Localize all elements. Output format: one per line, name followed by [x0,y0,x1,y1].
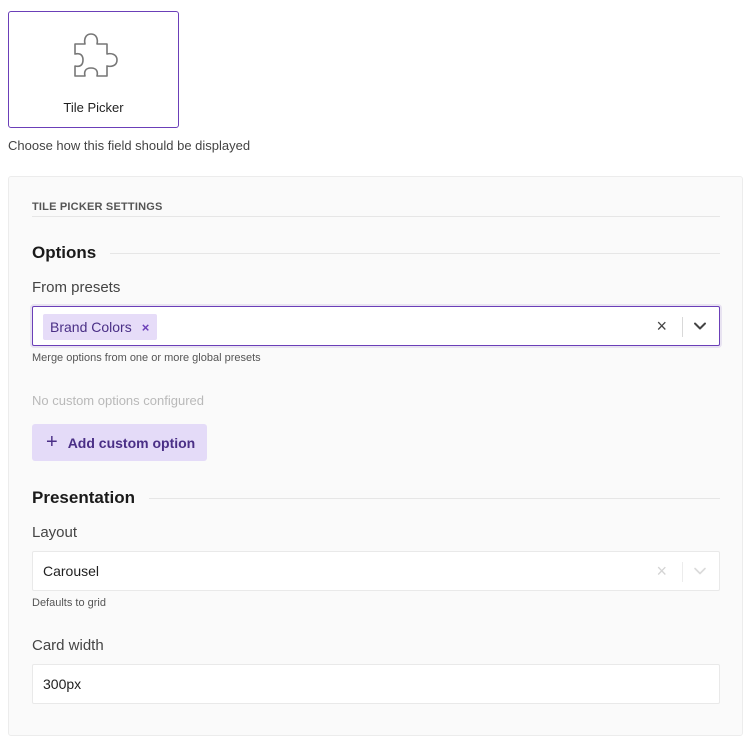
settings-title: TILE PICKER SETTINGS [32,201,163,213]
settings-panel: TILE PICKER SETTINGS Options From preset… [8,176,743,736]
options-heading: Options [32,243,720,263]
card-width-label: Card width [32,637,104,654]
presets-label: From presets [32,279,121,296]
layout-label: Layout [32,524,78,541]
settings-divider [32,216,720,217]
display-help-text: Choose how this field should be displaye… [8,138,251,153]
layout-value: Carousel [43,563,100,579]
clear-icon[interactable]: × [656,316,667,337]
plus-icon: + [46,430,58,453]
presentation-heading: Presentation [32,488,720,508]
puzzle-icon [74,33,118,77]
tile-label: Tile Picker [63,100,124,115]
chevron-down-icon[interactable] [693,319,707,333]
preset-chip-label: Brand Colors [50,319,132,335]
presets-hint: Merge options from one or more global pr… [32,352,261,364]
presets-select[interactable]: Brand Colors × × [32,306,720,346]
remove-chip-icon[interactable]: × [142,320,150,335]
preset-chip: Brand Colors × [43,314,158,340]
empty-options-text: No custom options configured [32,393,204,408]
tile-picker-option[interactable]: Tile Picker [8,11,179,128]
layout-chevron-down-icon[interactable] [693,564,707,578]
presentation-heading-text: Presentation [32,488,135,507]
layout-hint: Defaults to grid [32,597,106,609]
add-custom-option-label: Add custom option [67,434,196,451]
layout-separator [682,562,683,582]
card-width-input[interactable] [32,664,720,704]
select-separator [682,317,683,337]
add-custom-option-button[interactable]: + Add custom option [32,424,208,461]
layout-clear-icon[interactable]: × [656,561,667,582]
options-divider [110,252,720,254]
options-heading-text: Options [32,243,97,262]
presentation-divider [148,497,720,499]
layout-select[interactable]: Carousel × [32,551,720,591]
